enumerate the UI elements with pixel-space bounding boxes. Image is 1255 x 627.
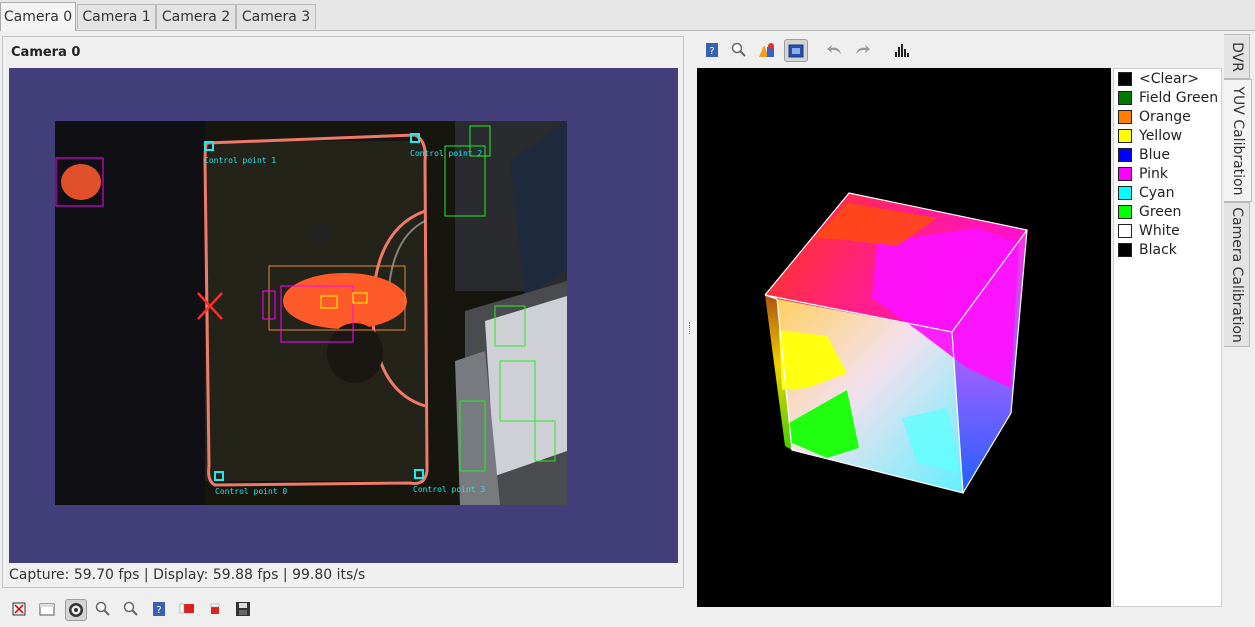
fit-view-button[interactable] <box>9 599 29 619</box>
side-tab-label: DVR <box>1228 41 1245 72</box>
side-tab-label: Camera Calibration <box>1228 206 1245 343</box>
color-item-label: Orange <box>1139 109 1191 125</box>
help-icon: ? <box>706 43 718 57</box>
zoom-out-button[interactable] <box>121 599 141 619</box>
color-class-list[interactable]: <Clear> Field Green Orange Yellow Blue P… <box>1113 68 1222 607</box>
help-button[interactable]: ? <box>149 599 169 619</box>
side-tab-dvr[interactable]: DVR <box>1224 34 1250 79</box>
yuv-cube-render <box>764 192 1029 494</box>
color-swatch <box>1118 72 1132 86</box>
camera-tab-bar: Camera 0 Camera 1 Camera 2 Camera 3 <box>0 0 1255 31</box>
color-swatch <box>1118 186 1132 200</box>
help-icon: ? <box>153 602 165 616</box>
color-swatch <box>1118 243 1132 257</box>
flag-red-button[interactable] <box>177 599 197 619</box>
control-point-3-label: Control point 3 <box>413 485 485 494</box>
tab-camera-0[interactable]: Camera 0 <box>0 2 76 31</box>
zoom-icon <box>731 42 746 57</box>
flag-small-button[interactable] <box>205 599 225 619</box>
side-tab-camera-calibration[interactable]: Camera Calibration <box>1224 202 1250 347</box>
histogram-icon <box>895 44 909 57</box>
record-target-button[interactable] <box>65 599 87 621</box>
fps-status-text: Capture: 59.70 fps | Display: 59.88 fps … <box>9 567 366 583</box>
undo-icon <box>827 45 841 54</box>
color-swatch <box>1118 148 1132 162</box>
zoom-in-icon <box>95 601 110 616</box>
color-swatch <box>1118 91 1132 105</box>
tab-camera-1[interactable]: Camera 1 <box>77 4 156 29</box>
camera-panel-title: Camera 0 <box>11 45 81 60</box>
control-point-1-label: Control point 1 <box>204 156 276 165</box>
yuv-display-button[interactable] <box>784 39 808 62</box>
color-swatch <box>1118 129 1132 143</box>
undo-button[interactable] <box>825 40 845 60</box>
save-icon <box>236 602 250 616</box>
splitter-grip <box>689 322 691 334</box>
camera-image[interactable]: Control point 1 Control point 2 Control … <box>55 121 567 505</box>
orange-blob <box>283 273 407 329</box>
histogram-button[interactable] <box>892 40 912 60</box>
side-tab-yuv-calibration[interactable]: YUV Calibration <box>1224 79 1252 202</box>
svg-text:?: ? <box>709 46 714 57</box>
save-button[interactable] <box>233 599 253 619</box>
color-swatch <box>1118 224 1132 238</box>
shapes-icon <box>759 43 774 57</box>
redo-button[interactable] <box>852 40 872 60</box>
color-item-label: Yellow <box>1139 128 1183 144</box>
color-swatch <box>1118 167 1132 181</box>
open-file-button[interactable] <box>37 599 57 619</box>
zoom-in-button[interactable] <box>93 599 113 619</box>
side-tab-label: YUV Calibration <box>1229 86 1246 195</box>
zoom-out-icon <box>123 601 138 616</box>
flag-small-icon <box>210 603 220 614</box>
display-icon <box>788 44 804 57</box>
open-file-icon <box>39 603 55 616</box>
color-item-label: Field Green <box>1139 90 1219 106</box>
control-point-0-label: Control point 0 <box>215 487 287 496</box>
record-target-icon <box>69 603 83 617</box>
person-foot <box>308 224 332 248</box>
camera-image-overlay: Control point 1 Control point 2 Control … <box>55 121 567 505</box>
color-item-label: Pink <box>1139 166 1169 182</box>
tab-camera-3[interactable]: Camera 3 <box>236 4 316 29</box>
color-item-label: Green <box>1139 204 1182 220</box>
yuv-shapes-button[interactable] <box>757 40 777 60</box>
svg-text:?: ? <box>156 605 161 616</box>
color-swatch <box>1118 205 1132 219</box>
color-item-label: Cyan <box>1139 185 1175 201</box>
fit-icon <box>12 602 26 616</box>
yuv-cube-view[interactable] <box>697 68 1111 607</box>
yuv-help-button[interactable]: ? <box>702 40 722 60</box>
flag-red-icon <box>179 603 194 614</box>
redo-icon <box>856 45 870 54</box>
color-item-label: Blue <box>1139 147 1170 163</box>
color-swatch <box>1118 110 1132 124</box>
color-item-label: <Clear> <box>1139 71 1200 87</box>
control-point-2-label: Control point 2 <box>410 149 482 158</box>
left-orange-blob <box>61 164 101 200</box>
yuv-zoom-button[interactable] <box>729 40 749 60</box>
person-head <box>327 323 383 383</box>
color-item-label: White <box>1139 223 1180 239</box>
color-item-label: Black <box>1139 242 1177 258</box>
tab-camera-2[interactable]: Camera 2 <box>156 4 236 29</box>
